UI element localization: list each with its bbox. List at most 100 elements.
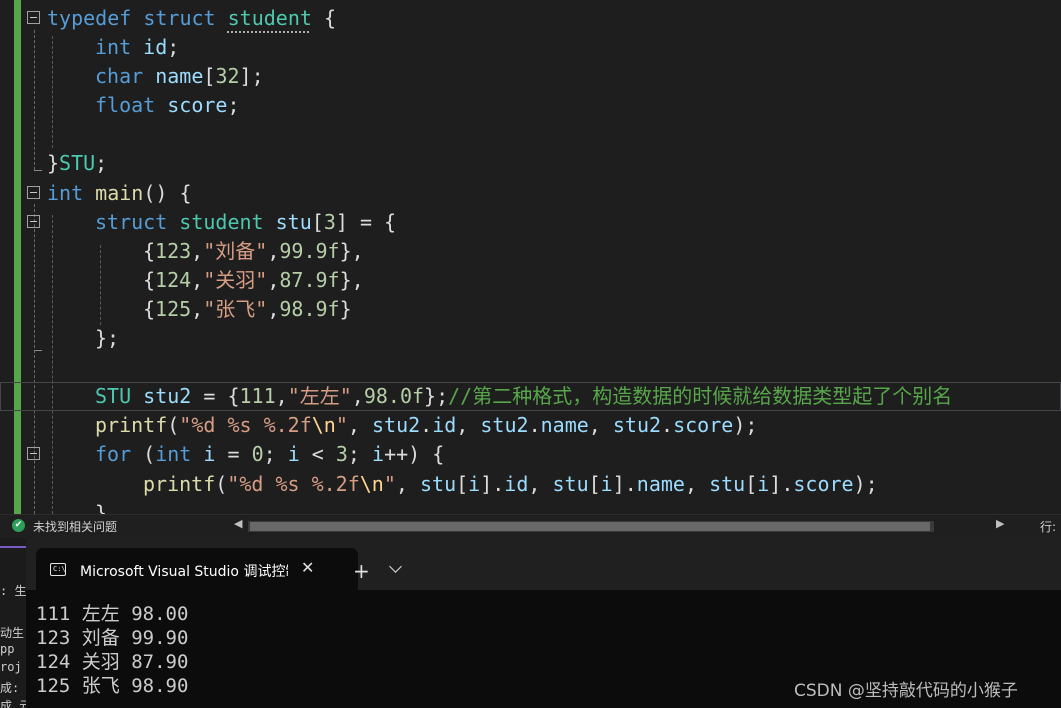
code-token: id xyxy=(504,471,529,496)
code-token: . xyxy=(528,413,541,438)
code-token: float xyxy=(95,93,156,118)
code-token: i xyxy=(372,442,385,467)
code-token: { xyxy=(143,296,156,321)
code-token: . xyxy=(661,413,674,438)
code-token: 0 xyxy=(251,442,264,467)
scroll-right-arrow-icon[interactable]: ▶ xyxy=(996,517,1004,530)
code-lines[interactable]: typedef struct student {int id; char name… xyxy=(0,4,1061,514)
code-token: [ xyxy=(456,471,469,496)
code-token: score xyxy=(793,471,854,496)
code-line-text: for (int i = 0; i < 3; i++) { xyxy=(95,440,444,469)
code-token: ; xyxy=(167,35,180,60)
scroll-left-arrow-icon[interactable]: ◀ xyxy=(234,517,242,530)
code-token: stu2 xyxy=(143,384,192,409)
code-token: 98.0f xyxy=(363,384,425,409)
new-tab-button[interactable]: + xyxy=(353,559,370,583)
code-token: () { xyxy=(143,180,192,205)
code-line[interactable]: {123,"刘备",99.9f}, xyxy=(0,237,1061,266)
code-token: } xyxy=(95,500,108,514)
code-token: int xyxy=(95,35,132,60)
code-token: ; xyxy=(263,442,288,467)
code-token: name xyxy=(540,413,589,438)
panel-text: 成: xyxy=(0,681,20,695)
code-line[interactable]: {124,"关羽",87.9f}, xyxy=(0,266,1061,295)
code-line[interactable]: struct student stu[3] = { xyxy=(0,208,1061,237)
code-line[interactable] xyxy=(0,353,1061,382)
code-line[interactable]: STU stu2 = {111,"左左",98.0f};//第二种格式，构造数据… xyxy=(0,382,1061,411)
code-token: ( xyxy=(167,413,180,438)
code-token: ] = { xyxy=(335,209,397,234)
scrollbar-thumb[interactable] xyxy=(250,522,930,531)
code-token: id xyxy=(432,413,457,438)
code-token: , xyxy=(588,413,613,438)
output-panel-clipped: : 生 动生 pp roj 成: 成 元 xyxy=(0,538,26,708)
chevron-down-icon[interactable] xyxy=(389,560,402,573)
tab-debug-console[interactable]: C:\ Microsoft Visual Studio 调试控制台 ✕ xyxy=(36,548,358,590)
collapse-icon[interactable] xyxy=(27,447,40,461)
code-token: typedef xyxy=(47,6,132,30)
code-token: [ xyxy=(311,209,324,234)
code-token: < xyxy=(299,442,336,467)
code-token: STU xyxy=(95,384,132,409)
collapse-icon[interactable] xyxy=(27,214,40,228)
code-line[interactable]: typedef struct student { xyxy=(0,4,1061,33)
code-line-text: }STU; xyxy=(47,149,107,178)
code-token: { xyxy=(143,267,156,292)
code-line[interactable]: }; xyxy=(0,324,1061,353)
issues-status[interactable]: 未找到相关问题 xyxy=(33,518,117,535)
code-line[interactable] xyxy=(0,120,1061,149)
code-editor[interactable]: typedef struct student {int id; char name… xyxy=(0,0,1061,514)
panel-text: 成 元 xyxy=(0,699,26,708)
collapse-icon[interactable] xyxy=(27,11,40,24)
code-token: id xyxy=(143,35,168,60)
code-token: } xyxy=(339,296,352,321)
check-circle-icon: ✔ xyxy=(12,519,25,532)
code-line[interactable]: float score; xyxy=(0,91,1061,120)
code-token: 87.9f xyxy=(279,267,340,292)
code-token: ; xyxy=(95,151,108,176)
code-token: int xyxy=(155,442,192,467)
code-line[interactable]: {125,"张飞",98.9f} xyxy=(0,295,1061,324)
code-token: int xyxy=(47,180,84,205)
code-line[interactable]: } xyxy=(0,499,1061,514)
close-icon[interactable]: ✕ xyxy=(301,558,314,577)
code-line[interactable]: printf("%d %s %.2f\n", stu2.id, stu2.nam… xyxy=(0,411,1061,440)
terminal-tab-bar: C:\ Microsoft Visual Studio 调试控制台 ✕ + xyxy=(26,538,1061,590)
code-token: , xyxy=(456,413,481,438)
code-line[interactable]: }STU; xyxy=(0,149,1061,178)
code-token: "张飞" xyxy=(203,296,268,321)
code-token: ++) { xyxy=(384,442,445,467)
panel-text: 动生 xyxy=(0,626,25,640)
console-icon-text: C:\ xyxy=(53,565,66,573)
line-indicator: 行: xyxy=(1040,520,1057,534)
code-line[interactable]: char name[32]; xyxy=(0,62,1061,91)
code-token: }, xyxy=(339,267,364,292)
collapse-icon[interactable] xyxy=(27,185,40,199)
code-token: i xyxy=(287,442,300,467)
code-line-text: struct student stu[3] = { xyxy=(95,208,396,237)
code-token: }; xyxy=(424,384,449,409)
code-token: , xyxy=(351,384,364,409)
code-line[interactable]: int id; xyxy=(0,33,1061,62)
code-token: = { xyxy=(191,384,240,409)
code-token: student xyxy=(179,209,264,234)
code-token: struct xyxy=(143,6,216,30)
code-token: i xyxy=(757,471,770,496)
code-token: , xyxy=(528,471,553,496)
tab-title: Microsoft Visual Studio 调试控制台 xyxy=(80,564,288,580)
code-line[interactable]: int main() { xyxy=(0,179,1061,208)
code-token: { xyxy=(311,6,337,30)
code-line-text: } xyxy=(95,499,107,514)
code-token: }, xyxy=(339,238,364,263)
code-line[interactable]: printf("%d %s %.2f\n", stu[i].id, stu[i]… xyxy=(0,470,1061,499)
code-token: printf xyxy=(95,413,168,438)
code-line-text: {125,"张飞",98.9f} xyxy=(143,295,352,324)
code-token: "刘备" xyxy=(203,238,268,263)
code-token: = xyxy=(215,442,252,467)
code-line[interactable]: for (int i = 0; i < 3; i++) { xyxy=(0,440,1061,469)
code-line-text: printf("%d %s %.2f\n", stu[i].id, stu[i]… xyxy=(143,470,878,499)
